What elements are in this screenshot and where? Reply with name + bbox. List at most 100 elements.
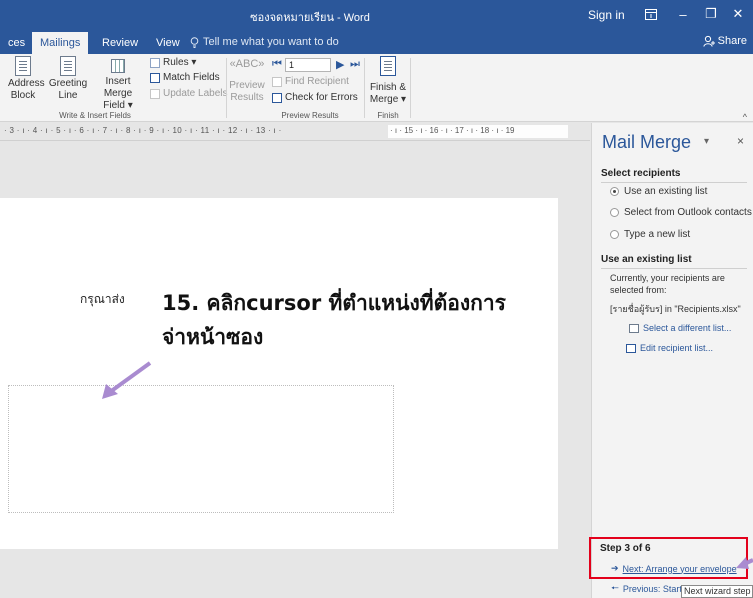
find-recipient-button[interactable]: Find Recipient: [272, 76, 349, 87]
radio-icon: [610, 230, 619, 239]
share-label: Share: [717, 35, 747, 47]
pane-options-icon[interactable]: ▾: [704, 136, 709, 147]
address-block-label-1: Address: [8, 78, 45, 89]
edit-list-icon: [626, 343, 636, 353]
preview-results-button[interactable]: «ABC» Preview Results: [228, 58, 266, 104]
radio-label: Select from Outlook contacts: [624, 207, 752, 218]
person-icon: [702, 35, 715, 47]
greeting-line-button[interactable]: Greeting Line: [46, 56, 90, 102]
next-record-icon[interactable]: ▶: [336, 58, 344, 71]
edit-recipient-list-link[interactable]: Edit recipient list...: [626, 343, 713, 353]
document-title: ซองจดหมายเรียน - Word: [250, 12, 370, 24]
restore-button[interactable]: ❐: [700, 4, 722, 24]
group-divider: [410, 58, 411, 118]
preview-group-label: Preview Results: [281, 111, 339, 120]
group-divider: [364, 58, 365, 118]
tab-mailings[interactable]: Mailings: [32, 32, 89, 54]
rules-label: Rules ▾: [163, 57, 197, 68]
find-recipient-label: Find Recipient: [285, 76, 349, 87]
radio-selected-icon: [610, 187, 619, 196]
recipient-source-text: [รายชื่อผู้รับร] in "Recipients.xlsx": [610, 304, 741, 314]
select-different-label: Select a different list...: [643, 323, 732, 333]
tab-view[interactable]: View: [148, 32, 188, 54]
radio-label: Type a new list: [624, 229, 691, 240]
horizontal-ruler[interactable]: · 3 · ı · 4 · ı · 5 · ı · 6 · ı · 7 · ı …: [0, 123, 590, 141]
list-icon: [629, 323, 639, 333]
instruction-annotation: 15. คลิกcursor ที่ตำแหน่งที่ต้องการ จ่าห…: [162, 286, 506, 354]
select-recipients-heading: Select recipients: [601, 168, 681, 179]
preview-label-1: Preview: [229, 80, 265, 91]
match-fields-label: Match Fields: [163, 72, 220, 83]
use-existing-heading: Use an existing list: [601, 254, 692, 265]
sign-in-link[interactable]: Sign in: [588, 8, 625, 22]
current-source-text: Currently, your recipients are selected …: [610, 273, 725, 295]
update-labels-label: Update Labels: [163, 88, 228, 99]
radio-use-existing[interactable]: Use an existing list: [610, 186, 707, 197]
check-errors-icon: [272, 92, 282, 103]
ribbon-tabs: ces Mailings Review View Tell me what yo…: [0, 32, 753, 54]
match-fields-button[interactable]: Match Fields: [150, 72, 220, 83]
divider: [601, 268, 747, 269]
pane-close-icon[interactable]: ×: [737, 134, 744, 148]
insert-merge-field-button[interactable]: Insert Merge Field ▾: [90, 56, 146, 112]
finish-merge-icon: [380, 56, 396, 76]
collapse-ribbon-icon[interactable]: ^: [743, 112, 747, 122]
minimize-button[interactable]: –: [672, 4, 694, 24]
group-divider: [226, 58, 227, 118]
finish-label-1: Finish &: [369, 82, 407, 93]
tell-me-box[interactable]: Tell me what you want to do: [190, 36, 339, 48]
radio-label: Use an existing list: [624, 186, 708, 197]
next-step-tooltip: Next wizard step: [681, 585, 753, 598]
annotation-line-1: 15. คลิกcursor ที่ตำแหน่งที่ต้องการ: [162, 291, 506, 315]
finish-merge-button[interactable]: Finish & Merge ▾: [368, 56, 408, 106]
last-record-icon[interactable]: ⏭: [350, 58, 360, 71]
envelope-address-box[interactable]: [8, 385, 394, 513]
first-record-icon[interactable]: ⏮: [272, 58, 282, 71]
radio-new-list[interactable]: Type a new list: [610, 229, 690, 240]
step-indicator: Step 3 of 6: [600, 543, 651, 554]
previous-step-label: Previous: Starti: [622, 584, 684, 594]
right-arrow-icon: ➔: [611, 563, 619, 573]
finish-label-2: Merge ▾: [369, 94, 407, 105]
please-send-label: กรุณาส่ง: [80, 292, 125, 306]
update-labels-button[interactable]: Update Labels: [150, 88, 228, 99]
write-insert-group-label: Write & Insert Fields: [59, 111, 131, 120]
rules-button[interactable]: Rules ▾: [150, 57, 196, 68]
address-block-label-2: Block: [10, 90, 36, 101]
check-errors-button[interactable]: Check for Errors: [272, 92, 358, 103]
edit-list-label: Edit recipient list...: [640, 343, 714, 353]
annotation-line-2: จ่าหน้าซอง: [162, 325, 264, 349]
mail-merge-pane: Mail Merge ▾ × Select recipients Use an …: [591, 123, 753, 598]
update-labels-icon: [150, 88, 160, 99]
divider: [601, 182, 747, 183]
greeting-line-label-1: Greeting: [48, 78, 88, 89]
ribbon: Address Block Greeting Line Insert Merge…: [0, 54, 753, 122]
radio-outlook-contacts[interactable]: Select from Outlook contacts: [610, 207, 752, 218]
ruler-marks-left: · 3 · ı · 4 · ı · 5 · ı · 6 · ı · 7 · ı …: [4, 126, 282, 135]
next-step-label: Next: Arrange your envelope: [622, 563, 737, 574]
insert-merge-label-1: Insert Merge: [103, 76, 133, 99]
tab-review[interactable]: Review: [94, 32, 146, 54]
previous-step-link[interactable]: 🠔 Previous: Starti: [611, 581, 684, 597]
document-area: กรุณาส่ง 15. คลิกcursor ที่ตำแหน่งที่ต้อ…: [0, 141, 590, 598]
close-window-button[interactable]: ✕: [727, 4, 749, 24]
address-block-icon: [15, 56, 31, 76]
greeting-line-icon: [60, 56, 76, 76]
check-errors-label: Check for Errors: [285, 92, 358, 103]
match-fields-icon: [150, 72, 160, 83]
address-block-button[interactable]: Address Block: [8, 56, 45, 102]
pane-title: Mail Merge: [602, 132, 692, 152]
document-page[interactable]: [0, 198, 558, 549]
select-different-list-link[interactable]: Select a different list...: [629, 323, 731, 333]
record-number-input[interactable]: 1: [285, 58, 331, 72]
greeting-line-label-2: Line: [58, 90, 78, 101]
tab-references[interactable]: ces: [0, 32, 33, 54]
lightbulb-icon: [190, 36, 199, 48]
merge-field-icon: [111, 59, 125, 73]
finish-group-label: Finish: [377, 111, 399, 120]
share-button[interactable]: Share: [702, 35, 747, 47]
next-step-link[interactable]: ➔ Next: Arrange your envelope: [611, 563, 737, 574]
left-arrow-icon: 🠔: [611, 583, 619, 593]
ruler-marks-right: · ı · 15 · ı · 16 · ı · 17 · ı · 18 · ı …: [390, 126, 515, 135]
ribbon-display-icon[interactable]: [640, 4, 662, 24]
